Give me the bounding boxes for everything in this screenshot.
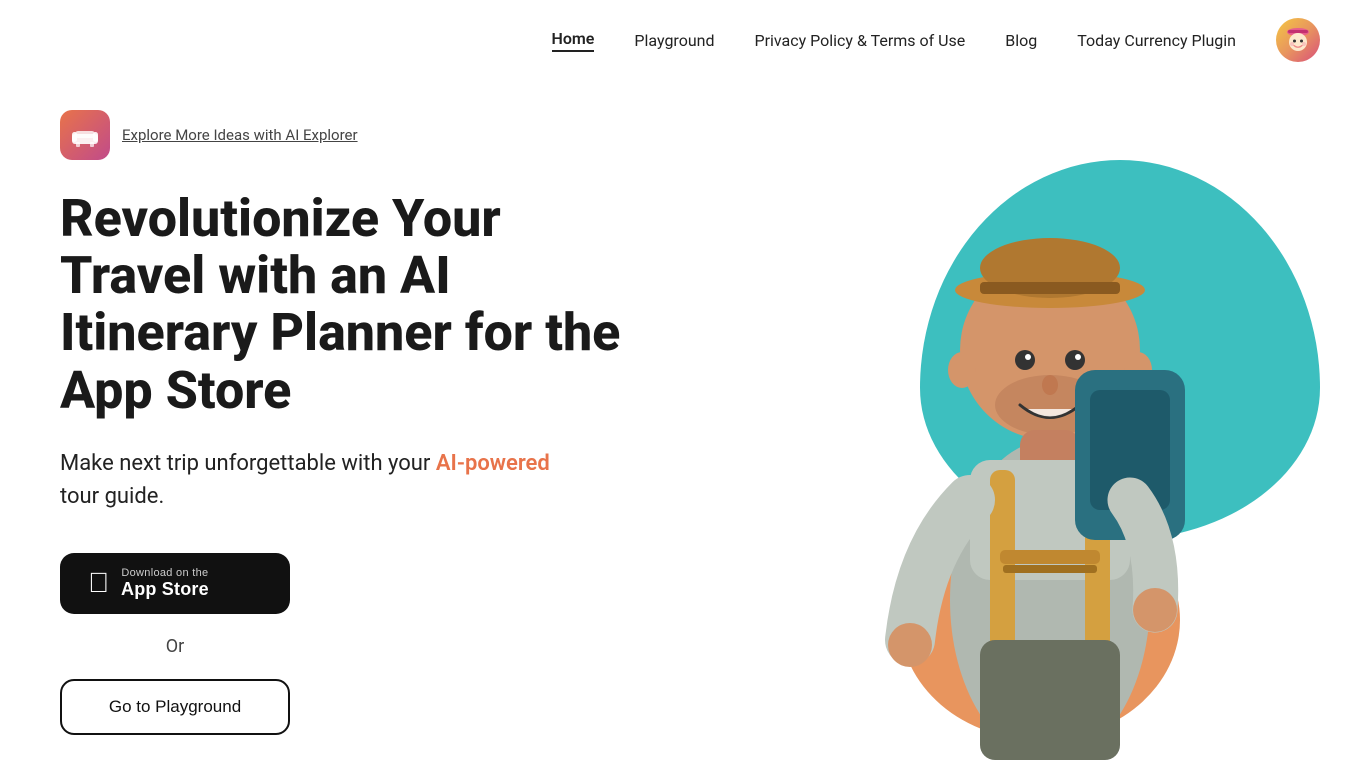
nav-avatar[interactable] [1276, 18, 1320, 62]
nav-link-home[interactable]: Home [552, 29, 595, 52]
main-nav: Home Playground Privacy Policy & Terms o… [0, 0, 1360, 80]
subheadline-suffix: tour guide. [60, 484, 164, 509]
ai-badge-icon [60, 110, 110, 160]
subheadline-highlight: AI-powered [436, 451, 550, 476]
nav-link-currency[interactable]: Today Currency Plugin [1077, 31, 1236, 50]
appstore-large-text: App Store [121, 579, 209, 600]
appstore-small-text: Download on the [121, 567, 209, 579]
ai-explorer-badge[interactable]: Explore More Ideas with AI Explorer [60, 110, 742, 160]
apple-icon:  [88, 569, 109, 597]
hero-subheadline: Make next trip unforgettable with your A… [60, 447, 560, 513]
playground-button[interactable]: Go to Playground [60, 679, 290, 735]
hero-section: Explore More Ideas with AI Explorer Revo… [0, 80, 1360, 780]
subheadline-prefix: Make next trip unforgettable with your [60, 451, 436, 476]
hero-person-image [820, 120, 1280, 780]
nav-link-blog[interactable]: Blog [1005, 31, 1037, 50]
hero-headline: Revolutionize Your Travel with an AI Iti… [60, 190, 640, 419]
appstore-button[interactable]:  Download on the App Store [60, 553, 290, 614]
hero-left: Explore More Ideas with AI Explorer Revo… [60, 100, 742, 735]
hero-right [742, 100, 1300, 780]
nav-link-privacy[interactable]: Privacy Policy & Terms of Use [755, 31, 966, 50]
nav-link-playground[interactable]: Playground [634, 31, 714, 50]
ai-badge-label: Explore More Ideas with AI Explorer [122, 126, 358, 144]
or-divider: Or [60, 636, 290, 657]
